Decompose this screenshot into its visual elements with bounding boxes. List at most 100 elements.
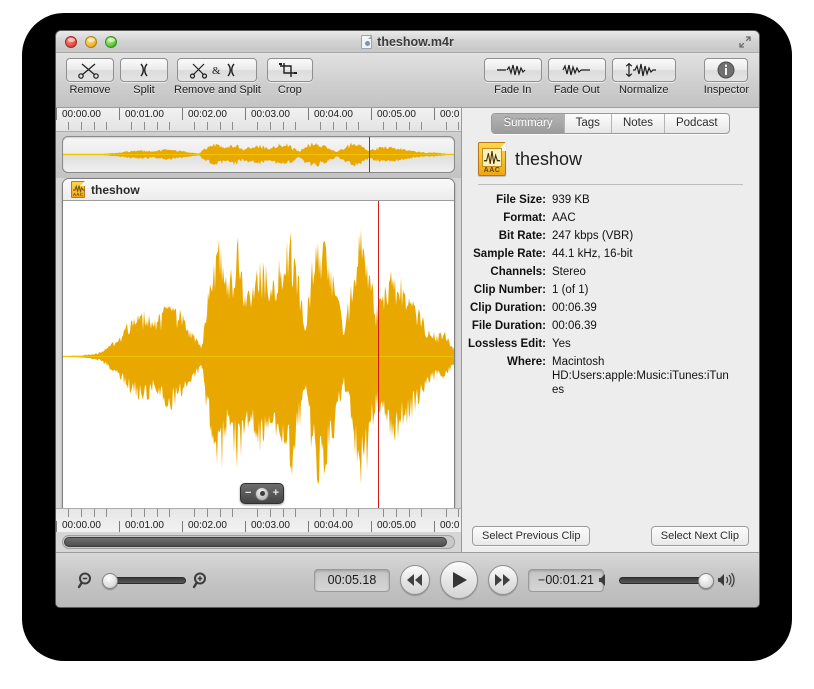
- crop-button[interactable]: Crop: [266, 58, 313, 96]
- minimize-button[interactable]: [85, 36, 97, 48]
- volume-slider-knob[interactable]: [698, 572, 715, 589]
- main-toolbar: Remove Split & Remove and Split Crop Fad…: [56, 53, 759, 108]
- ruler-minor-tick: [421, 509, 422, 517]
- ruler-minor-tick: [169, 122, 170, 130]
- ruler-major-tick: [308, 521, 309, 532]
- fullscreen-button[interactable]: [739, 36, 751, 48]
- split-brackets-icon: [140, 63, 148, 77]
- clip-editor: AAC theshow − +: [62, 178, 455, 513]
- fade-in-button-face[interactable]: [483, 58, 542, 82]
- horizontal-scrollbar-thumb[interactable]: [64, 537, 448, 547]
- split-button-face[interactable]: [120, 58, 168, 82]
- field-where: Where: Macintosh HD:Users:apple:Music:iT…: [462, 355, 749, 397]
- split-button[interactable]: Split: [120, 58, 168, 96]
- fade-out-button-face[interactable]: [547, 58, 606, 82]
- clip-playhead[interactable]: [378, 201, 379, 512]
- remove-button[interactable]: Remove: [66, 58, 114, 96]
- scrub-knob-dial[interactable]: [255, 486, 269, 501]
- overview-waveform[interactable]: [62, 136, 455, 173]
- fade-in-button-label: Fade In: [494, 84, 532, 96]
- ruler-minor-tick: [81, 509, 82, 517]
- clip-waveform[interactable]: − +: [63, 201, 454, 512]
- zoom-slider-knob[interactable]: [101, 572, 118, 589]
- field-label: File Size:: [496, 194, 546, 206]
- ruler-minor-tick: [396, 122, 397, 130]
- window-titlebar: theshow.m4r: [56, 31, 759, 53]
- select-next-clip-button[interactable]: Select Next Clip: [650, 526, 749, 546]
- tab-notes[interactable]: Notes: [612, 113, 665, 133]
- rewind-button[interactable]: [400, 565, 430, 595]
- field-value: Yes: [552, 338, 571, 350]
- normalize-button-face[interactable]: [611, 58, 676, 82]
- zoom-out-magnifier-icon[interactable]: [77, 572, 95, 589]
- inspector-tabbar: Summary Tags Notes Podcast: [462, 108, 759, 138]
- play-icon: [452, 572, 467, 588]
- ruler-major-tick: [182, 108, 183, 120]
- ruler-minor-tick: [458, 122, 459, 130]
- remove-button-label: Remove: [69, 84, 111, 96]
- field-clip-duration: Clip Duration: 00:06.39: [462, 301, 749, 315]
- close-button[interactable]: [65, 36, 77, 48]
- volume-high-icon[interactable]: [717, 572, 737, 588]
- field-sample-rate: Sample Rate: 44.1 kHz, 16-bit: [462, 247, 749, 261]
- field-label: Channels:: [490, 266, 546, 278]
- rewind-icon: [407, 574, 422, 586]
- zoom-in-magnifier-icon[interactable]: [192, 572, 210, 589]
- scrub-minus-label[interactable]: −: [245, 488, 251, 499]
- ruler-minor-tick: [232, 122, 233, 130]
- window-title-group: theshow.m4r: [56, 34, 759, 49]
- volume-slider-track[interactable]: [619, 572, 715, 589]
- scrub-plus-label[interactable]: +: [273, 488, 279, 499]
- zoom-slider-track[interactable]: [101, 572, 186, 589]
- overview-playhead[interactable]: [369, 137, 370, 172]
- inspector-footer: Select Previous Clip Select Next Clip: [462, 526, 759, 546]
- timeline-ruler-top[interactable]: 00:00.00 00:01.00 00:02.00 00:03.00 00:04.00…: [56, 108, 461, 132]
- field-label: Lossless Edit:: [468, 338, 546, 350]
- scrub-knob[interactable]: − +: [240, 483, 284, 504]
- normalize-icon: [625, 62, 656, 78]
- tab-summary[interactable]: Summary: [492, 113, 565, 133]
- remove-and-split-button-face[interactable]: &: [177, 58, 258, 82]
- field-label: Where:: [507, 356, 546, 368]
- tab-tags[interactable]: Tags: [565, 113, 612, 133]
- ruler-minor-tick: [207, 509, 208, 517]
- crop-button-face[interactable]: [266, 58, 313, 82]
- document-icon: [361, 34, 373, 49]
- tab-podcast[interactable]: Podcast: [665, 114, 729, 133]
- ruler-minor-tick: [194, 122, 195, 130]
- crop-button-label: Crop: [277, 84, 302, 96]
- garageband-window: theshow.m4r Remove Split & Remove and Sp…: [55, 30, 760, 608]
- select-previous-clip-button[interactable]: Select Previous Clip: [472, 526, 591, 546]
- zoom-button[interactable]: [105, 36, 117, 48]
- inspector-button-face[interactable]: [704, 58, 749, 82]
- ruler-minor-tick: [106, 509, 107, 517]
- aac-file-icon: AAC: [71, 181, 85, 198]
- remaining-time-field[interactable]: −00:01.21: [528, 568, 604, 592]
- fast-forward-button[interactable]: [488, 565, 518, 595]
- overview-waveform-graphic: [63, 142, 454, 167]
- play-button[interactable]: [440, 561, 478, 599]
- ruler-time-label: 00:03.00: [251, 109, 290, 120]
- elapsed-time-field[interactable]: 00:05.18: [314, 568, 390, 592]
- fade-in-button[interactable]: Fade In: [483, 58, 542, 96]
- ruler-minor-tick: [106, 122, 107, 130]
- ruler-minor-tick: [144, 122, 145, 130]
- fade-out-button[interactable]: Fade Out: [547, 58, 606, 96]
- remove-button-face[interactable]: [66, 58, 114, 82]
- ruler-minor-tick: [270, 509, 271, 517]
- ruler-major-tick: [56, 108, 57, 120]
- ruler-time-label: 00:0: [440, 520, 460, 531]
- inspector-button[interactable]: Inspector: [704, 58, 749, 96]
- ruler-minor-tick: [131, 509, 132, 517]
- screen: theshow.m4r Remove Split & Remove and Sp…: [0, 0, 814, 689]
- ruler-time-label: 00:02.00: [188, 109, 227, 120]
- normalize-button[interactable]: Normalize: [611, 58, 676, 96]
- horizontal-scrollbar[interactable]: [62, 535, 455, 549]
- field-label: Clip Duration:: [469, 302, 546, 314]
- clip-header[interactable]: AAC theshow: [63, 179, 454, 201]
- volume-low-icon[interactable]: [598, 573, 611, 587]
- ruler-minor-tick: [383, 122, 384, 130]
- waveform-glyph-icon: [73, 184, 85, 194]
- remove-and-split-button[interactable]: & Remove and Split: [174, 58, 261, 96]
- timeline-ruler-bottom[interactable]: 00:00.00 00:01.00 00:02.00 00:03.00 00:04.00…: [56, 508, 461, 532]
